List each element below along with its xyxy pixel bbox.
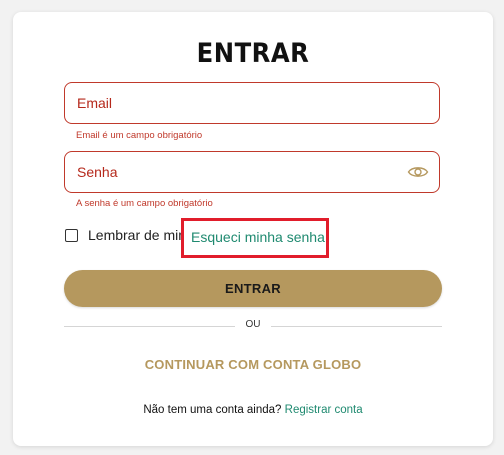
password-input[interactable] (65, 152, 439, 192)
forgot-password-link[interactable]: Esqueci minha senha (191, 229, 325, 245)
eye-icon[interactable] (407, 164, 429, 180)
forgot-password-highlight: Esqueci minha senha (181, 218, 329, 258)
page-title: ENTRAR (196, 38, 310, 69)
remember-me-label[interactable]: Lembrar de mim (88, 227, 190, 243)
email-input[interactable] (65, 83, 439, 123)
globo-login-button[interactable]: CONTINUAR COM CONTA GLOBO (113, 352, 393, 376)
submit-button[interactable]: ENTRAR (64, 270, 442, 307)
divider-label: OU (245, 319, 261, 330)
remember-me-checkbox[interactable] (65, 228, 78, 242)
password-field-container[interactable] (64, 151, 440, 193)
divider-line-right (271, 326, 442, 327)
signup-link[interactable]: Registrar conta (285, 404, 363, 416)
password-error-message: A senha é um campo obrigatório (76, 198, 213, 209)
remember-me-control[interactable]: Lembrar de mim (65, 225, 190, 245)
signup-prompt-text: Não tem uma conta ainda? (143, 404, 282, 416)
signup-prompt: Não tem uma conta ainda? Registrar conta (13, 404, 493, 416)
email-error-message: Email é um campo obrigatório (76, 130, 203, 141)
or-divider: OU (64, 319, 442, 330)
login-card: ENTRAR Email é um campo obrigatório A se… (13, 12, 493, 446)
email-field-container[interactable] (64, 82, 440, 124)
